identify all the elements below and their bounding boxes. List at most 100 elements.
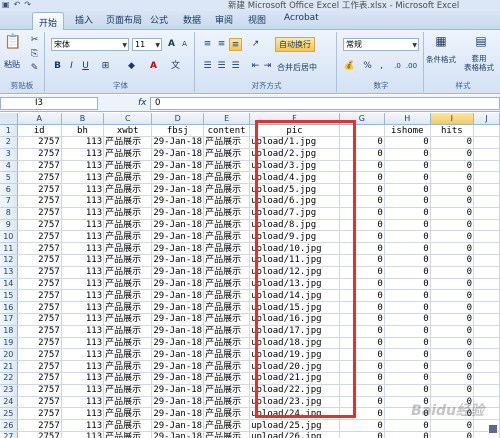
cell-bh[interactable]: 113 <box>61 372 105 385</box>
cell-fbsj[interactable]: 29-Jan-18 <box>151 325 205 338</box>
row-header[interactable]: 10 <box>0 230 18 244</box>
tab-review[interactable]: 审阅 <box>215 13 233 26</box>
row-header[interactable]: 14 <box>0 278 18 291</box>
cell-fbsj[interactable]: 29-Jan-18 <box>151 396 205 409</box>
cell-bh[interactable]: 113 <box>61 337 105 350</box>
cell-xwbt[interactable]: 产品展示 <box>103 183 153 197</box>
row-header[interactable]: 17 <box>0 313 18 326</box>
cell-bh-header[interactable]: bh <box>61 124 105 138</box>
grow-font-button[interactable]: A <box>165 38 178 51</box>
row-header[interactable]: 13 <box>0 266 18 279</box>
cut-icon[interactable]: ✂ <box>28 34 41 47</box>
cell-ishome[interactable]: 0 <box>384 372 431 385</box>
cell-content[interactable]: 产品展示 <box>203 337 251 350</box>
row-header[interactable]: 19 <box>0 337 18 350</box>
cell-id[interactable]: 2757 <box>17 254 62 267</box>
cell-g[interactable]: 0 <box>339 384 385 397</box>
cell-g[interactable]: 0 <box>339 219 385 232</box>
cell-hits[interactable]: 0 <box>430 171 475 185</box>
cell-xwbt[interactable]: 产品展示 <box>103 160 153 173</box>
cell-hits[interactable]: 0 <box>430 313 475 326</box>
cell-id[interactable]: 2757 <box>17 301 62 315</box>
cell-hits[interactable]: 0 <box>430 183 475 197</box>
cell-content[interactable]: 产品展示 <box>203 372 251 385</box>
align-bottom-icon[interactable]: ≡ <box>229 38 242 51</box>
cell-content[interactable]: 产品展示 <box>203 325 251 338</box>
cell-hits[interactable]: 0 <box>430 195 475 208</box>
cell-ishome[interactable]: 0 <box>384 348 431 362</box>
cell-xwbt[interactable]: 产品展示 <box>103 171 153 185</box>
cell-content[interactable]: 产品展示 <box>203 219 251 232</box>
cell-fbsj[interactable]: 29-Jan-18 <box>151 301 205 315</box>
cell-bh[interactable]: 113 <box>61 230 105 244</box>
row-header[interactable]: 23 <box>0 384 18 397</box>
column-header-h[interactable]: H <box>384 113 431 126</box>
cell-j[interactable] <box>473 171 500 185</box>
cell-j[interactable] <box>473 183 500 197</box>
cell-content[interactable]: 产品展示 <box>203 419 251 433</box>
column-header-d[interactable]: D <box>151 113 205 126</box>
fill-color-icon[interactable]: ◆ <box>125 60 138 73</box>
cell-hits[interactable]: 0 <box>430 325 475 338</box>
cell-g[interactable]: 0 <box>339 171 385 185</box>
cell-hits[interactable]: 0 <box>430 230 475 244</box>
cell-id[interactable]: 2757 <box>17 278 62 291</box>
cell-bh[interactable]: 113 <box>61 348 105 362</box>
cell-ishome[interactable]: 0 <box>384 207 431 220</box>
table-format-icon[interactable]: ▤ <box>472 35 490 51</box>
cell-content[interactable]: 产品展示 <box>203 431 251 438</box>
cell-ishome[interactable]: 0 <box>384 136 431 149</box>
cell-hits[interactable]: 0 <box>430 360 475 374</box>
cell-g[interactable]: 0 <box>339 278 385 291</box>
cell-content[interactable]: 产品展示 <box>203 313 251 326</box>
font-color-button[interactable]: A <box>147 60 160 73</box>
cell-xwbt[interactable]: 产品展示 <box>103 337 153 350</box>
cell-g[interactable]: 0 <box>339 372 385 385</box>
cell-fbsj[interactable]: 29-Jan-18 <box>151 195 205 208</box>
cell-xwbt[interactable]: 产品展示 <box>103 348 153 362</box>
row-header[interactable]: 18 <box>0 325 18 338</box>
cell-id[interactable]: 2757 <box>17 360 62 374</box>
cell-hits[interactable]: 0 <box>430 136 475 149</box>
row-header[interactable]: 22 <box>0 372 18 385</box>
paste-icon[interactable]: 📋 <box>4 35 22 56</box>
cell-content[interactable]: 产品展示 <box>203 254 251 267</box>
cell-fbsj[interactable]: 29-Jan-18 <box>151 348 205 362</box>
cell-g[interactable]: 0 <box>339 407 385 421</box>
cell-j[interactable] <box>473 230 500 244</box>
cell-g[interactable]: 0 <box>339 360 385 374</box>
cell-ishome[interactable]: 0 <box>384 337 431 350</box>
cell-id[interactable]: 2757 <box>17 372 62 385</box>
row-header[interactable]: 25 <box>0 407 18 421</box>
cell-pic[interactable]: upload/7.jpg <box>249 207 340 220</box>
cell-fbsj[interactable]: 29-Jan-18 <box>151 278 205 291</box>
row-header[interactable]: 5 <box>0 171 18 185</box>
cell-pic[interactable]: upload/21.jpg <box>249 372 340 385</box>
cell-xwbt[interactable]: 产品展示 <box>103 148 153 161</box>
tab-home[interactable]: 开始 <box>32 12 65 31</box>
italic-button[interactable]: I <box>65 60 78 73</box>
cell-ishome[interactable]: 0 <box>384 171 431 185</box>
cell-content[interactable]: 产品展示 <box>203 207 251 220</box>
cell-pic[interactable]: upload/24.jpg <box>249 407 340 421</box>
cell-j-header[interactable] <box>473 124 500 138</box>
cell-j[interactable] <box>473 289 500 303</box>
phonetic-icon[interactable]: 文 <box>169 60 182 73</box>
cell-content[interactable]: 产品展示 <box>203 242 251 256</box>
cell-content[interactable]: 产品展示 <box>203 148 251 161</box>
cell-hits[interactable]: 0 <box>430 348 475 362</box>
cell-ishome[interactable]: 0 <box>384 278 431 291</box>
cell-content[interactable]: 产品展示 <box>203 360 251 374</box>
row-header[interactable]: 20 <box>0 348 18 362</box>
cell-bh[interactable]: 113 <box>61 431 105 438</box>
cell-bh[interactable]: 113 <box>61 396 105 409</box>
cell-fbsj[interactable]: 29-Jan-18 <box>151 148 205 161</box>
cell-bh[interactable]: 113 <box>61 183 105 197</box>
cell-pic[interactable]: upload/15.jpg <box>249 301 340 315</box>
cell-pic[interactable]: upload/17.jpg <box>249 325 340 338</box>
cell-ishome[interactable]: 0 <box>384 230 431 244</box>
row-header[interactable]: 4 <box>0 160 18 173</box>
cell-g[interactable]: 0 <box>339 195 385 208</box>
column-header-b[interactable]: B <box>61 113 105 126</box>
cell-id[interactable]: 2757 <box>17 207 62 220</box>
